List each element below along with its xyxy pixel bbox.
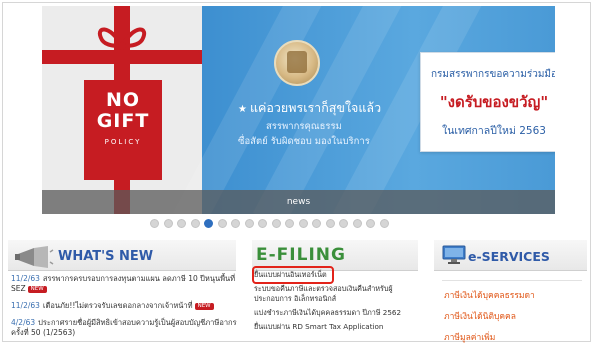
new-badge: NEW bbox=[27, 285, 47, 293]
carousel-dot[interactable] bbox=[379, 219, 389, 228]
carousel-dot[interactable] bbox=[204, 219, 213, 228]
efiling-item-internet[interactable]: ยื่นแบบผ่านอินเทอร์เน็ต bbox=[252, 266, 418, 284]
efiling-item-smart-tax[interactable]: ยื่นแบบผ่าน RD Smart Tax Application bbox=[254, 322, 418, 332]
carousel-dot[interactable] bbox=[231, 219, 240, 228]
eservices-header: e-SERVICES bbox=[434, 240, 587, 271]
eservices-title: e-SERVICES bbox=[468, 249, 550, 264]
notice-line-3: ในเทศกาลปีใหม่ 2563 bbox=[442, 125, 546, 137]
efiling-panel: E-FILING ยื่นแบบผ่านอินเทอร์เน็ต ระบบขอค… bbox=[252, 240, 418, 345]
revenue-department-emblem-icon bbox=[274, 40, 320, 86]
news-date: 4/2/63 bbox=[11, 318, 36, 327]
carousel-dot[interactable] bbox=[339, 219, 348, 228]
slogan-text: แค่อวยพรเราก็สุขใจแล้ว bbox=[249, 100, 382, 115]
new-badge: NEW bbox=[194, 302, 214, 310]
eservices-item-personal-income-tax[interactable]: ภาษีเงินได้บุคคลธรรมดา bbox=[444, 290, 584, 302]
hero-banner[interactable]: NO GIFT POLICY ★ แค่อวยพรเราก็สุขใจแล้ว ส… bbox=[42, 6, 555, 214]
news-item[interactable]: 4/2/63 ประกาศรายชื่อผู้มีสิทธิเข้าสอบความ… bbox=[11, 318, 237, 338]
gift-panel: NO GIFT POLICY bbox=[42, 6, 202, 214]
no-gift-notice-card: กรมสรรพากรขอความร่วมมือ "งดรับของขวัญ" ใ… bbox=[420, 52, 555, 152]
carousel-dot[interactable] bbox=[352, 219, 362, 228]
news-item[interactable]: 11/2/63 สรรพากรครบรอบการลงทุนตามแผน ลดภาษ… bbox=[11, 274, 237, 294]
carousel-dot[interactable] bbox=[312, 219, 321, 228]
news-date: 11/2/63 bbox=[11, 301, 40, 310]
carousel-dot[interactable] bbox=[366, 219, 375, 228]
notice-line-1: กรมสรรพากรขอความร่วมมือ bbox=[430, 69, 555, 80]
efiling-item-installment[interactable]: แบ่งชำระภาษีเงินได้บุคคลธรรมดา ปีภาษี 25… bbox=[254, 308, 418, 318]
megaphone-icon bbox=[15, 246, 54, 268]
news-text: ประกาศรายชื่อผู้มีสิทธิเข้าสอบความรู้เป็… bbox=[11, 318, 237, 337]
star-icon: ★ bbox=[238, 104, 247, 115]
emblem-center bbox=[287, 51, 307, 73]
news-list: 11/2/63 สรรพากรครบรอบการลงทุนตามแผน ลดภาษ… bbox=[11, 274, 237, 345]
carousel-dot[interactable] bbox=[177, 219, 186, 228]
carousel-dot[interactable] bbox=[285, 219, 294, 228]
whats-new-header: WHAT'S NEW bbox=[8, 240, 236, 271]
banner-subline-1: สรรพากรคุณธรรม bbox=[266, 121, 342, 132]
news-date: 11/2/63 bbox=[11, 274, 40, 283]
eservices-panel: e-SERVICES ภาษีเงินได้บุคคลธรรมดา ภาษีเง… bbox=[434, 240, 587, 345]
efiling-item-refund[interactable]: ระบบขอคืนภาษีและตรวจสอบเงินคืนสำหรับผู้ป… bbox=[254, 284, 418, 304]
eservices-divider bbox=[442, 280, 582, 281]
news-text: เตือนภัย!!ไม่ตรวจรับเลขดอกลางจากเจ้าหน้า… bbox=[42, 301, 193, 310]
efiling-logo: E-FILING bbox=[256, 245, 346, 265]
whats-new-title: WHAT'S NEW bbox=[58, 249, 154, 264]
carousel-dot[interactable] bbox=[244, 219, 254, 228]
carousel-dot[interactable] bbox=[150, 219, 159, 228]
highlight-box bbox=[252, 266, 334, 284]
no-gift-badge: NO GIFT POLICY bbox=[84, 80, 162, 180]
carousel-dot[interactable] bbox=[298, 219, 308, 228]
carousel-dot[interactable] bbox=[217, 219, 227, 228]
notice-line-2: "งดรับของขวัญ" bbox=[439, 93, 549, 111]
eservices-item-corporate-income-tax[interactable]: ภาษีเงินได้นิติบุคคล bbox=[444, 311, 584, 323]
computer-monitor-icon bbox=[442, 245, 466, 264]
efiling-list: ยื่นแบบผ่านอินเทอร์เน็ต ระบบขอคืนภาษีและ… bbox=[252, 266, 418, 336]
gift-line-gift: GIFT bbox=[96, 110, 150, 132]
banner-subline-2: ซื่อสัตย์ รับผิดชอบ มองในบริการ bbox=[238, 136, 370, 147]
eservices-item-vat[interactable]: ภาษีมูลค่าเพิ่ม bbox=[444, 332, 584, 344]
news-item[interactable]: 11/2/63 เตือนภัย!!ไม่ตรวจรับเลขดอกลางจากเ… bbox=[11, 301, 237, 311]
banner-caption-bar: news bbox=[42, 190, 555, 214]
gift-line-policy: POLICY bbox=[104, 138, 142, 146]
carousel-dot[interactable] bbox=[271, 219, 281, 228]
carousel-dot[interactable] bbox=[325, 219, 335, 228]
eservices-list: ภาษีเงินได้บุคคลธรรมดา ภาษีเงินได้นิติบุ… bbox=[444, 290, 584, 353]
carousel-dot[interactable] bbox=[258, 219, 267, 228]
gift-line-no: NO bbox=[105, 89, 141, 111]
whats-new-panel: WHAT'S NEW 11/2/63 สรรพากรครบรอบการลงทุนต… bbox=[8, 240, 237, 345]
carousel-dot[interactable] bbox=[163, 219, 173, 228]
banner-slogan: ★ แค่อวยพรเราก็สุขใจแล้ว bbox=[238, 98, 381, 118]
carousel-dot[interactable] bbox=[190, 219, 200, 228]
ribbon-bow-icon bbox=[98, 27, 146, 50]
carousel-dots bbox=[150, 219, 389, 229]
